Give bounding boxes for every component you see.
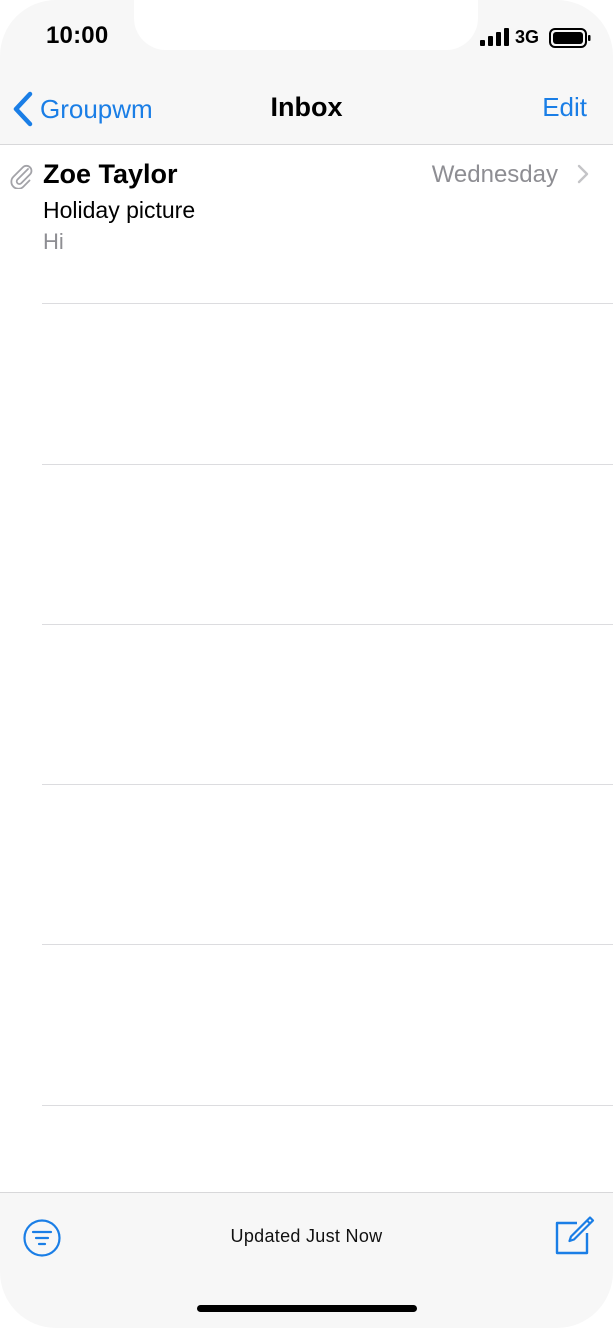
navigation-bar: Groupwm Inbox Edit: [0, 74, 613, 145]
bottom-toolbar: Updated Just Now: [0, 1192, 613, 1328]
status-time: 10:00: [46, 22, 109, 49]
row-separator: [42, 944, 613, 945]
paperclip-icon: [10, 164, 33, 189]
status-bar: 10:00 3G: [0, 0, 613, 74]
row-separator: [42, 1105, 613, 1106]
mail-date: Wednesday: [431, 161, 558, 188]
mail-sender: Zoe Taylor: [43, 159, 178, 189]
row-separator: [42, 784, 613, 785]
mail-list: Zoe Taylor Wednesday Holiday picture Hi: [0, 145, 613, 1192]
row-separator: [42, 464, 613, 465]
chevron-right-icon: [577, 164, 589, 184]
mail-list-item[interactable]: Zoe Taylor Wednesday Holiday picture Hi: [0, 145, 613, 303]
row-separator: [42, 303, 613, 304]
update-status: Updated Just Now: [230, 1226, 383, 1246]
compose-icon[interactable]: [553, 1215, 595, 1257]
mail-preview: Hi: [43, 229, 64, 254]
filter-icon[interactable]: [22, 1218, 62, 1258]
edit-button[interactable]: Edit: [542, 92, 587, 123]
back-button[interactable]: Groupwm: [12, 90, 153, 128]
notch: [134, 0, 478, 50]
row-separator: [42, 624, 613, 625]
mail-subject: Holiday picture: [43, 197, 196, 223]
battery-full-icon: [549, 28, 591, 48]
network-type-label: 3G: [515, 27, 540, 47]
phone-screen: 10:00 3G Groupwm Inbox Edit Zoe Taylor W…: [0, 0, 613, 1328]
chevron-left-icon: [13, 91, 33, 127]
back-button-label: Groupwm: [40, 93, 153, 124]
signal-bars-icon: [480, 28, 509, 46]
home-indicator[interactable]: [197, 1305, 417, 1312]
